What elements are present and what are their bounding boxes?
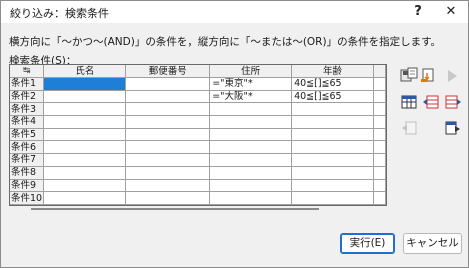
grid-row: 条件8 (10, 166, 386, 180)
grid-cell[interactable] (43, 179, 127, 193)
grid-cell[interactable] (125, 128, 211, 142)
grid-cell[interactable]: ="大阪"* (209, 90, 293, 104)
grid-cell[interactable] (125, 179, 211, 193)
row-header[interactable]: 条件3 (10, 102, 45, 117)
condition-table: ↹ 氏名 郵便番号 住所 年齢 条件1 ="東京"* 40≦[]≦65 条件2 ="大阪… (10, 65, 386, 205)
grid-cell[interactable] (43, 191, 127, 205)
help-button[interactable]: ? (401, 1, 435, 23)
play-icon[interactable] (442, 68, 460, 84)
move-left-icon[interactable] (400, 120, 418, 136)
grid-cell[interactable] (43, 153, 127, 167)
column-header-age[interactable]: 年齢 (291, 65, 374, 78)
column-header-address[interactable]: 住所 (209, 65, 293, 78)
grid-filler-cell (373, 90, 386, 104)
grid-row: 条件3 (10, 102, 386, 117)
cancel-button[interactable]: キャンセル (403, 233, 462, 254)
grid-cell[interactable] (125, 191, 211, 205)
grid-row: 条件6 (10, 140, 386, 155)
grid-filler-cell (373, 191, 386, 205)
close-button[interactable]: ✕ (434, 1, 468, 23)
grid-filler-cell (373, 140, 386, 155)
grid-cell[interactable] (43, 140, 127, 155)
grid-row: 条件10 (10, 191, 386, 205)
grid-cell[interactable] (43, 166, 127, 180)
grid-filler-cell (373, 77, 386, 91)
grid-cell[interactable]: 40≦[]≦65 (291, 90, 374, 104)
grid-cell[interactable] (209, 166, 293, 180)
row-header[interactable]: 条件7 (10, 153, 45, 167)
grid-cell[interactable] (291, 115, 374, 129)
grid-filler-cell (373, 179, 386, 193)
grid-cell[interactable] (291, 179, 374, 193)
grid-cell[interactable] (125, 153, 211, 167)
header-row: ↹ 氏名 郵便番号 住所 年齢 (10, 65, 386, 78)
grid-cell[interactable] (43, 102, 127, 117)
grid-cell[interactable] (43, 115, 127, 129)
row-header[interactable]: 条件2 (10, 90, 45, 104)
grid-cell[interactable] (291, 102, 374, 117)
grid-cell[interactable] (125, 77, 211, 91)
grid-row: 条件2 ="大阪"* 40≦[]≦65 (10, 90, 386, 104)
grid-cell[interactable] (43, 128, 127, 142)
grid-cell[interactable] (125, 102, 211, 117)
row-header[interactable]: 条件9 (10, 179, 45, 193)
insert-left-icon[interactable] (422, 94, 440, 110)
grid-cell[interactable] (209, 140, 293, 155)
grid-cell[interactable] (291, 153, 374, 167)
column-header-empty (373, 65, 386, 78)
grid-cell[interactable] (125, 140, 211, 155)
grid-filler-cell (373, 102, 386, 117)
grid-row: 条件5 (10, 128, 386, 142)
grid-row: 条件1 ="東京"* 40≦[]≦65 (10, 77, 386, 91)
grid-row: 条件4 (10, 115, 386, 129)
grid-cell[interactable] (125, 90, 211, 104)
grid-cell[interactable] (291, 191, 374, 205)
grid-cell[interactable] (43, 77, 127, 91)
grid-cell[interactable] (209, 128, 293, 142)
grid-cell[interactable] (43, 90, 127, 104)
insert-right-icon[interactable] (444, 94, 462, 110)
row-header[interactable]: 条件1 (10, 77, 45, 91)
grid-cell[interactable] (291, 128, 374, 142)
load-condition-icon[interactable] (420, 67, 438, 83)
horizontal-scrollbar[interactable] (31, 208, 319, 210)
window-title: 絞り込み：検索条件 (10, 7, 109, 20)
grid-filler-cell (373, 128, 386, 142)
column-header-postal[interactable]: 郵便番号 (125, 65, 211, 78)
instruction-text: 横方向に「～かつ～(AND)」の条件を，縦方向に「～または～(OR)」の条件を指… (9, 36, 442, 48)
grid-cell[interactable] (125, 166, 211, 180)
row-header[interactable]: 条件5 (10, 128, 45, 142)
grid-cell[interactable] (209, 102, 293, 117)
move-right-icon[interactable] (444, 120, 462, 136)
grid-cell[interactable]: ="東京"* (209, 77, 293, 91)
condition-grid[interactable]: ↹ 氏名 郵便番号 住所 年齢 条件1 ="東京"* 40≦[]≦65 条件2 ="大阪… (9, 64, 387, 206)
grid-cell[interactable] (291, 166, 374, 180)
grid-filler-cell (373, 166, 386, 180)
row-header[interactable]: 条件8 (10, 166, 45, 180)
search-condition-dialog: 絞り込み：検索条件 ? ✕ 横方向に「～かつ～(AND)」の条件を，縦方向に「～… (0, 0, 469, 268)
table-icon[interactable] (400, 94, 418, 110)
grid-cell[interactable] (209, 191, 293, 205)
grid-filler-cell (373, 115, 386, 129)
grid-cell[interactable] (209, 179, 293, 193)
grid-cell[interactable]: 40≦[]≦65 (291, 77, 374, 91)
column-header-name[interactable]: 氏名 (43, 65, 127, 78)
row-header[interactable]: 条件4 (10, 115, 45, 129)
grid-filler-cell (373, 153, 386, 167)
grid-row: 条件7 (10, 153, 386, 167)
run-button[interactable]: 実行(E) (340, 233, 395, 254)
grid-cell[interactable] (125, 115, 211, 129)
corner-header[interactable]: ↹ (10, 65, 45, 78)
grid-cell[interactable] (209, 115, 293, 129)
grid-cell[interactable] (291, 140, 374, 155)
save-condition-icon[interactable] (400, 67, 418, 83)
select-all-icon: ↹ (22, 66, 31, 76)
grid-cell[interactable] (209, 153, 293, 167)
title-bar: 絞り込み：検索条件 ? ✕ (1, 1, 468, 23)
row-header[interactable]: 条件6 (10, 140, 45, 155)
row-header[interactable]: 条件10 (10, 191, 45, 205)
grid-row: 条件9 (10, 179, 386, 193)
